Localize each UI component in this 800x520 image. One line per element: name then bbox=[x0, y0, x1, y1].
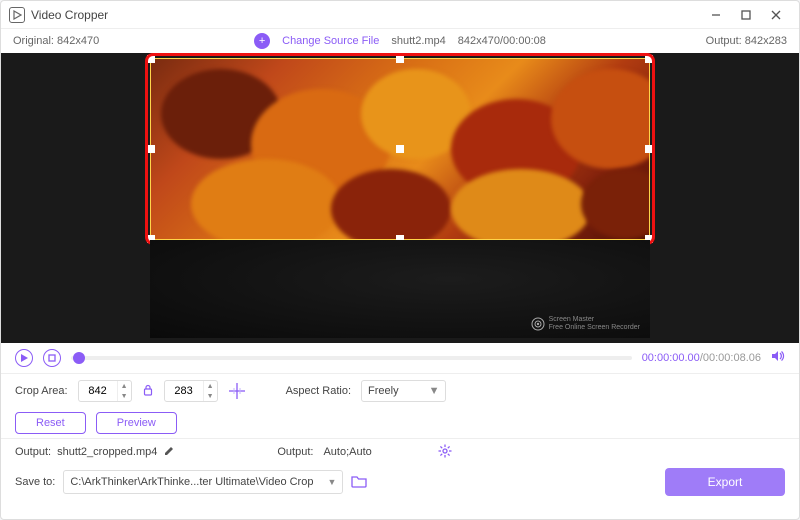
crop-width-down[interactable]: ▼ bbox=[118, 391, 131, 401]
playhead[interactable] bbox=[73, 352, 85, 364]
chevron-down-icon: ▼ bbox=[327, 477, 336, 487]
watermark-icon bbox=[531, 317, 545, 331]
crop-area-label: Crop Area: bbox=[15, 385, 68, 397]
output-settings-icon[interactable] bbox=[438, 444, 452, 461]
watermark-line1: Screen Master bbox=[549, 316, 640, 324]
crop-handle-center[interactable] bbox=[396, 145, 404, 153]
watermark: Screen Master Free Online Screen Recorde… bbox=[531, 316, 640, 332]
playback-controls: 00:00:00.00/00:00:08.06 bbox=[1, 343, 799, 373]
time-current: 00:00:00.00 bbox=[642, 352, 700, 364]
source-spec: 842x470/00:00:08 bbox=[458, 35, 546, 47]
minimize-button[interactable] bbox=[701, 5, 731, 25]
close-button[interactable] bbox=[761, 5, 791, 25]
crop-handle-ne[interactable] bbox=[645, 55, 653, 63]
save-row: Save to: C:\ArkThinker\ArkThinke...ter U… bbox=[1, 465, 799, 499]
aspect-ratio-value: Freely bbox=[368, 385, 399, 397]
app-window: Video Cropper Original: 842x470 + Change… bbox=[0, 0, 800, 520]
save-to-label: Save to: bbox=[15, 476, 55, 488]
output-mode-label: Output: bbox=[277, 446, 313, 458]
crop-height-input[interactable]: ▲▼ bbox=[164, 380, 218, 402]
export-button[interactable]: Export bbox=[665, 468, 785, 496]
app-logo-icon bbox=[9, 7, 25, 23]
video-preview-area: Screen Master Free Online Screen Recorde… bbox=[1, 53, 799, 343]
uncropped-region: Screen Master Free Online Screen Recorde… bbox=[150, 240, 650, 338]
crop-height-field[interactable] bbox=[165, 385, 203, 397]
info-bar: Original: 842x470 + Change Source File s… bbox=[1, 29, 799, 53]
reset-button[interactable]: Reset bbox=[15, 412, 86, 434]
stop-button[interactable] bbox=[43, 349, 61, 367]
maximize-button[interactable] bbox=[731, 5, 761, 25]
crop-handle-w[interactable] bbox=[147, 145, 155, 153]
output-row: Output: shutt2_cropped.mp4 Output: Auto;… bbox=[1, 439, 799, 465]
video-frame[interactable]: Screen Master Free Online Screen Recorde… bbox=[150, 58, 650, 338]
crop-height-down[interactable]: ▼ bbox=[204, 391, 217, 401]
lock-aspect-icon[interactable] bbox=[142, 384, 154, 399]
crop-width-input[interactable]: ▲▼ bbox=[78, 380, 132, 402]
crop-params-row: Crop Area: ▲▼ ▲▼ Aspect Ratio: Freely ▼ bbox=[1, 374, 799, 408]
timeline-scrubber[interactable] bbox=[71, 356, 632, 360]
crop-selection[interactable] bbox=[150, 58, 650, 240]
watermark-line2: Free Online Screen Recorder bbox=[549, 324, 640, 332]
crop-handle-nw[interactable] bbox=[147, 55, 155, 63]
crop-width-up[interactable]: ▲ bbox=[118, 381, 131, 391]
preview-button[interactable]: Preview bbox=[96, 412, 177, 434]
volume-icon[interactable] bbox=[771, 349, 785, 368]
edit-filename-icon[interactable] bbox=[163, 445, 175, 460]
crop-handle-e[interactable] bbox=[645, 145, 653, 153]
chevron-down-icon: ▼ bbox=[429, 385, 440, 397]
add-source-icon[interactable]: + bbox=[254, 33, 270, 49]
save-path-select[interactable]: C:\ArkThinker\ArkThinke...ter Ultimate\V… bbox=[63, 470, 343, 494]
output-mode-value: Auto;Auto bbox=[323, 446, 371, 458]
output-filename: shutt2_cropped.mp4 bbox=[57, 446, 157, 458]
play-button[interactable] bbox=[15, 349, 33, 367]
aspect-ratio-select[interactable]: Freely ▼ bbox=[361, 380, 446, 402]
titlebar: Video Cropper bbox=[1, 1, 799, 29]
change-source-link[interactable]: Change Source File bbox=[282, 35, 379, 47]
center-crop-icon[interactable] bbox=[228, 382, 246, 400]
aspect-ratio-label: Aspect Ratio: bbox=[286, 385, 351, 397]
save-path-value: C:\ArkThinker\ArkThinke...ter Ultimate\V… bbox=[70, 476, 313, 488]
app-title: Video Cropper bbox=[31, 8, 108, 22]
crop-handle-n[interactable] bbox=[396, 55, 404, 63]
crop-height-up[interactable]: ▲ bbox=[204, 381, 217, 391]
action-buttons-row: Reset Preview bbox=[1, 408, 799, 438]
open-folder-icon[interactable] bbox=[351, 474, 367, 491]
crop-width-field[interactable] bbox=[79, 385, 117, 397]
time-total: 00:00:08.06 bbox=[703, 352, 761, 364]
source-filename: shutt2.mp4 bbox=[391, 35, 445, 47]
output-file-label: Output: bbox=[15, 446, 51, 458]
